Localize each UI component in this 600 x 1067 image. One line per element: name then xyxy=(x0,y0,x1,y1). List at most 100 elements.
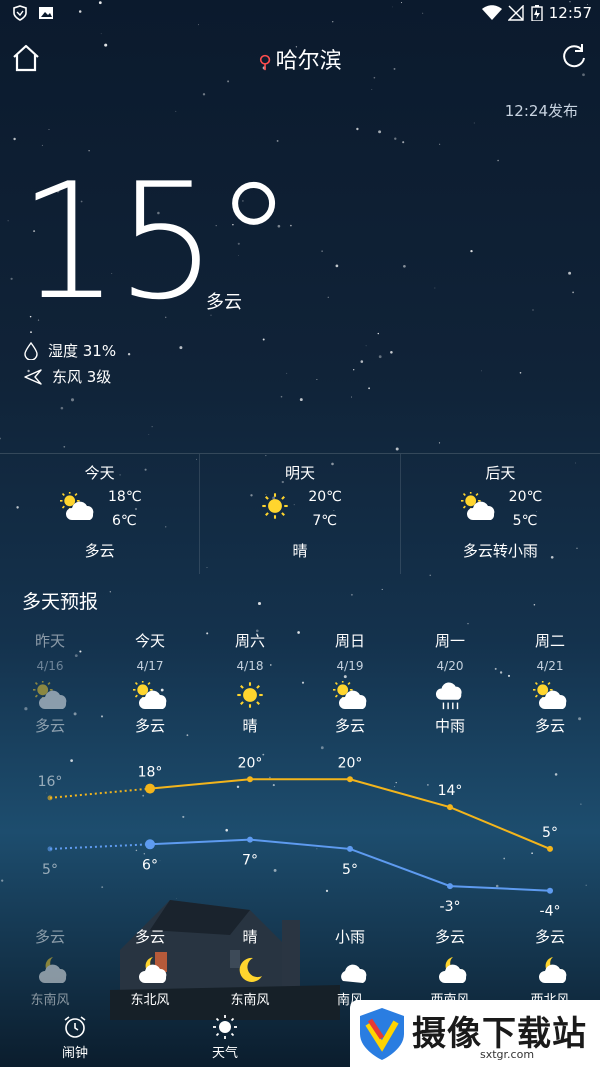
series-0-label: 18° xyxy=(138,765,163,781)
sun-icon xyxy=(233,681,267,709)
refresh-icon[interactable] xyxy=(560,42,588,70)
series-1-past-line xyxy=(49,843,151,850)
wind-row: 东风 3级 xyxy=(24,366,111,387)
tab-alarm-label: 闹钟 xyxy=(61,1046,88,1061)
series-1-label: 7° xyxy=(242,853,258,869)
series-1-point xyxy=(547,887,553,894)
series-0-point xyxy=(447,804,453,811)
series-1-point xyxy=(47,846,53,852)
forecast-date: 4/20 xyxy=(436,659,464,673)
forecast-day: 周一 4/20 中雨 xyxy=(400,630,500,736)
current-temperature: 15° xyxy=(18,148,294,335)
series-0-label: 16° xyxy=(38,774,63,790)
day-condition: 多云 xyxy=(84,542,115,560)
moon-cloud-icon xyxy=(433,955,467,983)
day-condition: 晴 xyxy=(292,542,308,560)
city-selector[interactable]: ⚲ 哈尔滨 xyxy=(0,43,600,75)
forecast-weekday: 今天 xyxy=(134,632,165,650)
watermark: 摄像下载站 sxtgr.com xyxy=(350,1000,600,1067)
series-0-point xyxy=(47,795,53,801)
forecast-day-condition: 多云 xyxy=(534,717,565,735)
tab-alarm[interactable]: 闹钟 xyxy=(40,1014,110,1061)
forecast-day: 周日 4/19 多云 xyxy=(300,630,400,736)
forecast-night-condition: 多云 xyxy=(534,928,565,946)
series-1-label: 5° xyxy=(42,862,58,878)
forecast-title: 多天预报 xyxy=(22,591,99,613)
series-1-label: -4° xyxy=(540,904,561,920)
day-name: 明天 xyxy=(284,464,315,482)
forecast-day-condition: 晴 xyxy=(242,717,258,735)
day-summary-1: 明天 20℃ 7℃ 晴 xyxy=(200,454,401,574)
series-0-point xyxy=(247,776,253,783)
city-name: 哈尔滨 xyxy=(275,49,342,74)
partly-cloudy-icon xyxy=(532,679,567,709)
publish-time: 12:24发布 xyxy=(504,102,578,120)
series-0-point xyxy=(145,783,155,794)
tab-weather[interactable]: 天气 xyxy=(190,1014,260,1061)
series-1-point xyxy=(145,839,155,850)
day-summary-0: 今天 18℃ 6℃ 多云 xyxy=(0,454,201,574)
forecast-day-condition: 多云 xyxy=(334,717,365,735)
forecast-day-condition: 中雨 xyxy=(434,717,465,735)
forecast-weekday: 周日 xyxy=(334,632,365,650)
forecast-day: 今天 4/17 多云 xyxy=(100,630,200,736)
day-high: 20℃ xyxy=(508,489,543,505)
forecast-night-condition: 多云 xyxy=(434,928,465,946)
forecast-night: 多云 东南风 xyxy=(0,926,100,1008)
series-0-line xyxy=(149,778,551,850)
shield-icon xyxy=(13,5,27,21)
alarm-clock-icon xyxy=(64,1016,86,1038)
forecast-night: 晴东南风 xyxy=(200,926,300,1008)
day-name: 后天 xyxy=(485,464,516,482)
forecast-day-condition: 多云 xyxy=(34,717,65,735)
day-low: 5℃ xyxy=(512,513,538,529)
series-0-past-line xyxy=(49,787,151,799)
forecast-weekday: 昨天 xyxy=(34,632,65,650)
partly-cloudy-icon xyxy=(460,490,501,524)
wind-text: 东风 3级 xyxy=(52,368,112,386)
forecast-day: 昨天 4/16 多云 xyxy=(0,630,100,736)
sun-icon xyxy=(260,492,300,524)
no-signal-icon xyxy=(508,5,524,21)
moon-icon xyxy=(233,955,267,983)
humidity-row: 湿度 31% xyxy=(24,340,116,361)
forecast-night: 多云西南风 xyxy=(400,926,500,1008)
current-condition: 多云 xyxy=(206,292,242,313)
partly-cloudy-icon xyxy=(132,679,167,709)
forecast-night: 多云西北风 xyxy=(500,926,600,1008)
series-0-label: 20° xyxy=(338,755,363,771)
watermark-logo xyxy=(360,1008,404,1060)
header: ⚲ 哈尔滨 xyxy=(0,28,600,86)
moon-cloud-icon xyxy=(133,955,167,983)
status-bar: 12:57 xyxy=(0,0,600,28)
forecast-day-condition: 多云 xyxy=(134,717,165,735)
day-name: 今天 xyxy=(84,464,115,482)
series-1-label: -3° xyxy=(440,899,461,915)
series-0-label: 20° xyxy=(238,755,263,771)
series-0-label: 14° xyxy=(438,783,463,799)
forecast-date: 4/18 xyxy=(236,659,264,673)
series-1-point xyxy=(347,845,353,852)
forecast-weekday: 周一 xyxy=(434,632,465,650)
partly-cloudy-icon xyxy=(332,679,367,709)
wifi-icon xyxy=(482,5,502,20)
three-day-summary: 今天 18℃ 6℃ 多云 明天 20℃ 7℃ 晴 后天 20℃ 5℃ 多云转小雨 xyxy=(0,453,600,574)
partly-cloudy-icon xyxy=(59,490,100,524)
moon-cloud-icon xyxy=(33,955,67,983)
day-low: 6℃ xyxy=(112,513,137,529)
water-drop-icon xyxy=(24,341,38,360)
forecast-weekday: 周二 xyxy=(534,632,565,650)
forecast-date: 4/17 xyxy=(136,659,164,673)
forecast-date: 4/21 xyxy=(536,659,564,673)
humidity-text: 湿度 31% xyxy=(48,342,117,360)
forecast-night-condition: 晴 xyxy=(242,928,258,946)
forecast-date: 4/16 xyxy=(36,659,64,673)
forecast-day: 周六 4/18 晴 xyxy=(200,630,300,736)
series-1-point xyxy=(247,836,253,843)
day-low: 7℃ xyxy=(312,513,337,529)
wind-direction-icon xyxy=(24,368,42,385)
forecast-wind: 东北风 xyxy=(130,993,170,1008)
day-condition: 多云转小雨 xyxy=(462,542,538,560)
forecast-wind: 东南风 xyxy=(30,993,70,1008)
moon-cloud-icon xyxy=(533,955,567,983)
